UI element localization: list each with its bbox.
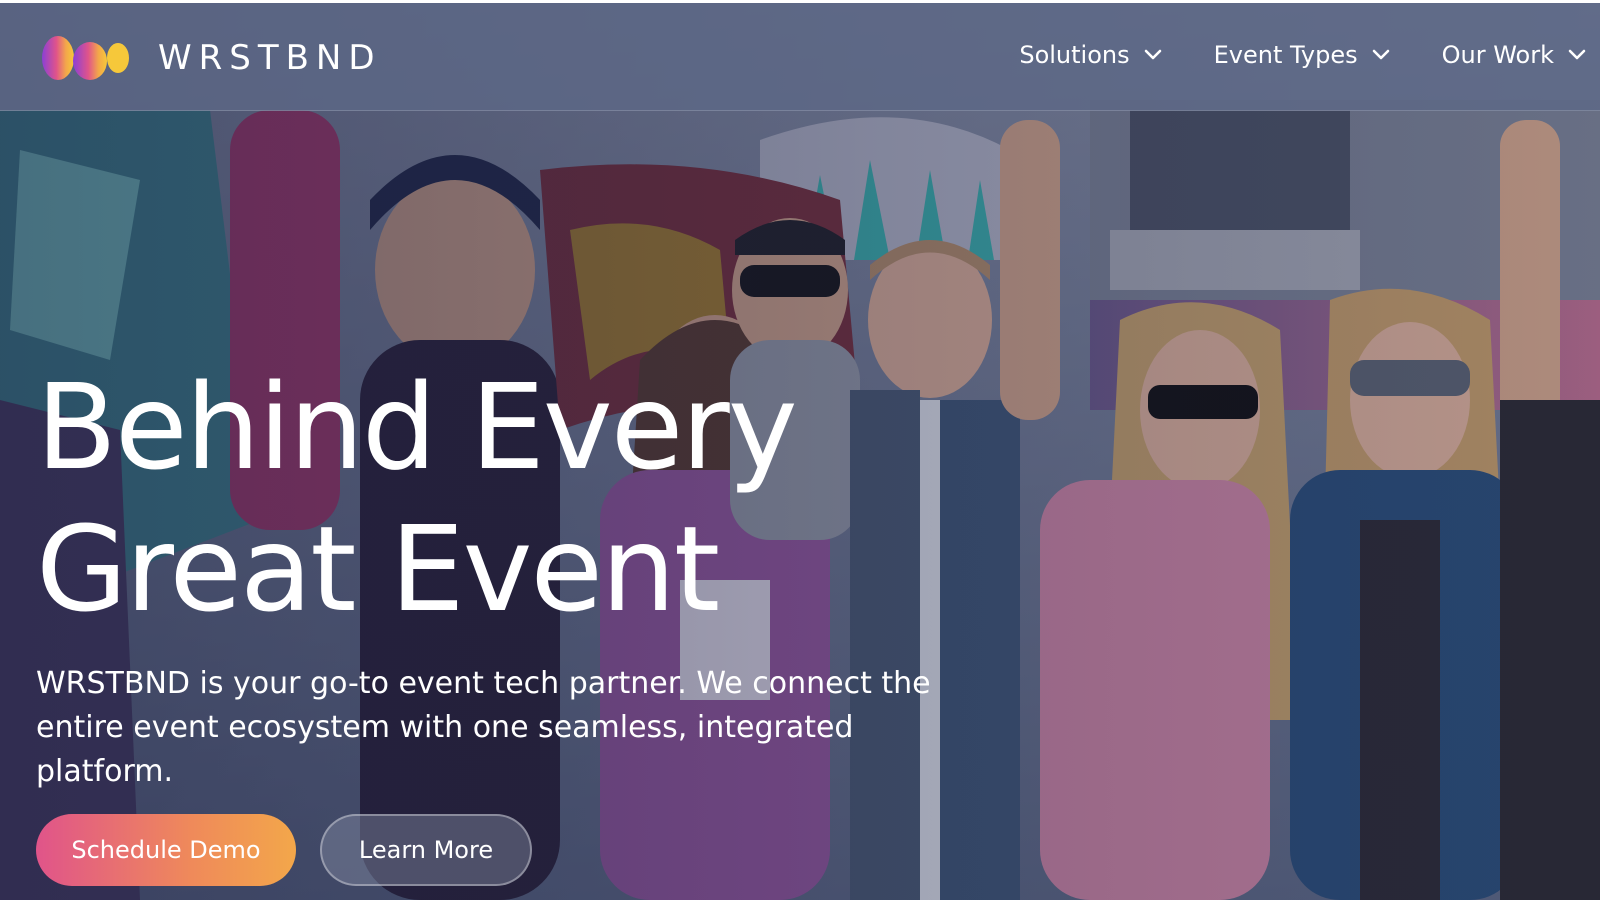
landing-page: WRSTBND Solutions Event Types Our Work B… — [0, 0, 1600, 900]
top-edge-strip — [0, 0, 1600, 3]
hero-title-line-1: Behind Every — [36, 358, 798, 496]
nav-item-label: Solutions — [1019, 41, 1130, 69]
nav-item-solutions[interactable]: Solutions — [1019, 41, 1161, 69]
brand-logo[interactable]: WRSTBND — [38, 31, 382, 85]
top-navbar: WRSTBND Solutions Event Types Our Work — [0, 3, 1600, 111]
hero-title: Behind Every Great Event — [36, 356, 798, 640]
nav-item-label: Our Work — [1441, 41, 1554, 69]
nav-item-our-work[interactable]: Our Work — [1442, 41, 1586, 69]
schedule-demo-button[interactable]: Schedule Demo — [36, 814, 296, 886]
chevron-down-icon — [1568, 49, 1586, 60]
learn-more-button[interactable]: Learn More — [320, 814, 532, 886]
chevron-down-icon — [1372, 49, 1389, 60]
wrstbnd-logo-icon — [42, 36, 129, 80]
hero-subtitle: WRSTBND is your go-to event tech partner… — [36, 666, 931, 789]
chevron-down-icon — [1144, 49, 1161, 60]
hero-title-line-2: Great Event — [36, 500, 720, 638]
main-nav: Solutions Event Types Our Work — [967, 41, 1586, 69]
brand-name: WRSTBND — [158, 38, 382, 78]
nav-item-label: Event Types — [1213, 41, 1358, 69]
hero-cta-row: Schedule Demo Learn More — [36, 814, 532, 886]
nav-item-event-types[interactable]: Event Types — [1214, 41, 1390, 69]
